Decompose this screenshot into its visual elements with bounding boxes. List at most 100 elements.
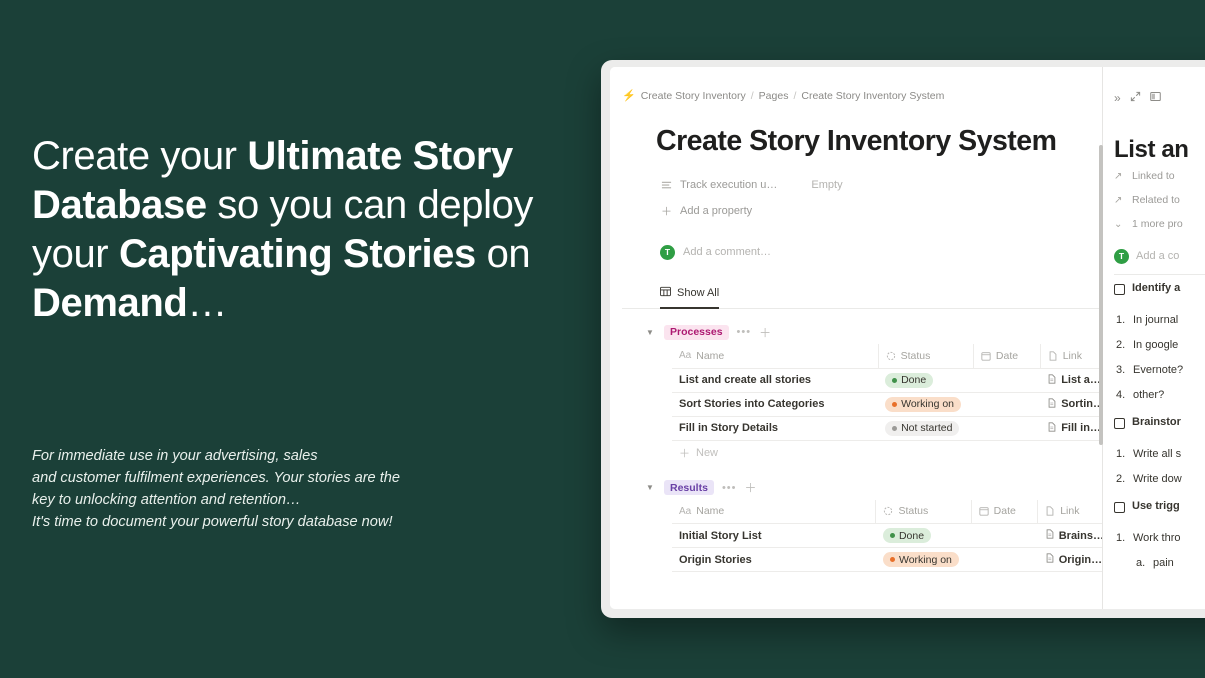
- numbered-list-item[interactable]: 1. Write all s: [1116, 441, 1205, 466]
- more-options-icon[interactable]: •••: [722, 482, 737, 494]
- list-marker: a.: [1136, 556, 1146, 569]
- todo-item[interactable]: Use trigg: [1114, 500, 1205, 525]
- lightning-bolt-icon: ⚡: [622, 90, 636, 102]
- breadcrumb-item-0[interactable]: Create Story Inventory: [641, 90, 746, 102]
- cell-date[interactable]: [973, 416, 1041, 441]
- numbered-list-item[interactable]: 4. other?: [1116, 382, 1205, 407]
- database-table: Aa Name Status Date Link List and create …: [672, 344, 1104, 441]
- numbered-list-item[interactable]: 3. Evernote?: [1116, 357, 1205, 382]
- status-badge[interactable]: Done: [885, 372, 934, 388]
- add-item-icon[interactable]: ＋: [745, 479, 757, 496]
- table-row[interactable]: Origin Stories Working on Origin…: [672, 547, 1104, 572]
- double-chevron-right-icon[interactable]: »: [1114, 91, 1121, 105]
- cell-date[interactable]: [971, 523, 1038, 548]
- add-comment-placeholder[interactable]: Add a comment…: [683, 246, 771, 258]
- table-header-row: Aa Name Status Date Link: [672, 344, 1104, 369]
- checkbox[interactable]: [1114, 284, 1125, 295]
- text-property-icon: [660, 180, 673, 191]
- cell-status[interactable]: Working on: [875, 547, 972, 572]
- column-header-status[interactable]: Status: [875, 499, 972, 524]
- cell-name[interactable]: List and create all stories: [672, 368, 879, 393]
- cell-status[interactable]: Done: [875, 523, 972, 548]
- property-value[interactable]: Empty: [811, 179, 842, 191]
- cell-link[interactable]: List a…: [1040, 368, 1104, 393]
- todo-item[interactable]: Identify a: [1114, 282, 1205, 307]
- status-badge[interactable]: Not started: [885, 420, 960, 436]
- subcopy-line: For immediate use in your advertising, s…: [32, 448, 318, 464]
- cell-link[interactable]: Origin…: [1037, 547, 1104, 572]
- more-options-icon[interactable]: •••: [737, 326, 752, 338]
- page-title: Create Story Inventory System: [656, 125, 1057, 157]
- table-row[interactable]: Sort Stories into Categories Working on …: [672, 392, 1104, 417]
- todo-item[interactable]: Brainstor: [1114, 416, 1205, 441]
- side-property-more[interactable]: ⌄ 1 more pro: [1114, 212, 1205, 236]
- cell-name[interactable]: Origin Stories: [672, 547, 876, 572]
- database-tag[interactable]: Results: [664, 480, 714, 495]
- new-row-button[interactable]: ＋ New: [679, 441, 1102, 465]
- column-header-label: Status: [900, 349, 931, 362]
- table-row[interactable]: Initial Story List Done Brains…: [672, 523, 1104, 548]
- list-item-label: pain: [1153, 556, 1174, 569]
- cell-date[interactable]: [973, 392, 1041, 417]
- cell-status[interactable]: Done: [878, 368, 974, 393]
- add-property-button[interactable]: ＋ Add a property: [660, 198, 1102, 224]
- collapse-caret-icon[interactable]: ▼: [646, 328, 656, 337]
- vertical-scrollbar[interactable]: [1099, 145, 1103, 445]
- list-marker: 1.: [1116, 531, 1126, 544]
- breadcrumb-item-1[interactable]: Pages: [759, 90, 789, 102]
- avatar: T: [1114, 248, 1129, 264]
- side-add-comment-row[interactable]: T Add a co: [1114, 245, 1205, 267]
- side-property-label: Linked to: [1132, 170, 1175, 182]
- add-item-icon[interactable]: ＋: [759, 324, 771, 341]
- list-item-label: In google: [1133, 338, 1179, 351]
- side-property-related-to[interactable]: ↗ Related to: [1114, 188, 1205, 212]
- breadcrumb-item-2[interactable]: Create Story Inventory System: [801, 90, 944, 102]
- cell-status[interactable]: Working on: [878, 392, 974, 417]
- column-header-date[interactable]: Date: [972, 344, 1041, 369]
- property-row-track-execution[interactable]: Track execution u… Empty: [660, 172, 1102, 198]
- calendar-icon: [981, 351, 991, 361]
- notion-window: ⚡ Create Story Inventory / Pages / Creat…: [601, 60, 1205, 618]
- expand-arrows-icon[interactable]: [1130, 91, 1141, 105]
- sub-list-item[interactable]: a. pain: [1136, 550, 1205, 575]
- list-item-label: Write all s: [1133, 447, 1182, 460]
- cell-name[interactable]: Sort Stories into Categories: [672, 392, 879, 417]
- column-header-name[interactable]: Aa Name: [672, 344, 879, 369]
- status-badge[interactable]: Working on: [885, 396, 962, 412]
- cell-link[interactable]: Sortin…: [1040, 392, 1104, 417]
- table-row[interactable]: List and create all stories Done List a…: [672, 368, 1104, 393]
- column-header-link[interactable]: Link: [1037, 499, 1104, 524]
- new-row-label: New: [696, 446, 719, 459]
- numbered-list-item[interactable]: 1. In journal: [1116, 307, 1205, 332]
- file-icon: [1048, 351, 1058, 361]
- numbered-list-item[interactable]: 1. Work thro: [1116, 525, 1205, 550]
- checkbox[interactable]: [1114, 502, 1125, 513]
- collapse-caret-icon[interactable]: ▼: [646, 483, 656, 492]
- column-header-name[interactable]: Aa Name: [672, 499, 876, 524]
- headline-emphasis: Captivating Stories: [118, 232, 476, 276]
- numbered-list-item[interactable]: 2. In google: [1116, 332, 1205, 357]
- database-tag[interactable]: Processes: [664, 324, 729, 340]
- tab-show-all[interactable]: Show All: [660, 286, 720, 309]
- cell-link[interactable]: Fill in…: [1040, 416, 1104, 441]
- cell-name[interactable]: Fill in Story Details: [672, 416, 879, 441]
- side-property-linked-to[interactable]: ↗ Linked to: [1114, 164, 1205, 188]
- cell-link[interactable]: Brains…: [1037, 523, 1104, 548]
- column-header-date[interactable]: Date: [970, 499, 1038, 524]
- chevron-down-icon: ⌄: [1114, 218, 1123, 230]
- add-comment-row[interactable]: T Add a comment…: [660, 240, 1102, 264]
- cell-date[interactable]: [971, 547, 1038, 572]
- column-header-status[interactable]: Status: [877, 344, 974, 369]
- column-header-link[interactable]: Link: [1039, 344, 1104, 369]
- breadcrumb[interactable]: ⚡ Create Story Inventory / Pages / Creat…: [610, 67, 1102, 103]
- table-row[interactable]: Fill in Story Details Not started Fill i…: [672, 416, 1104, 441]
- side-add-comment-placeholder[interactable]: Add a co: [1136, 250, 1179, 262]
- cell-status[interactable]: Not started: [878, 416, 974, 441]
- status-badge[interactable]: Working on: [882, 552, 959, 567]
- cell-date[interactable]: [973, 368, 1041, 393]
- checkbox[interactable]: [1114, 418, 1125, 429]
- cell-name[interactable]: Initial Story List: [672, 523, 876, 548]
- status-badge[interactable]: Done: [882, 528, 932, 543]
- panel-layout-icon[interactable]: [1149, 91, 1161, 105]
- numbered-list-item[interactable]: 2. Write dow: [1116, 466, 1205, 491]
